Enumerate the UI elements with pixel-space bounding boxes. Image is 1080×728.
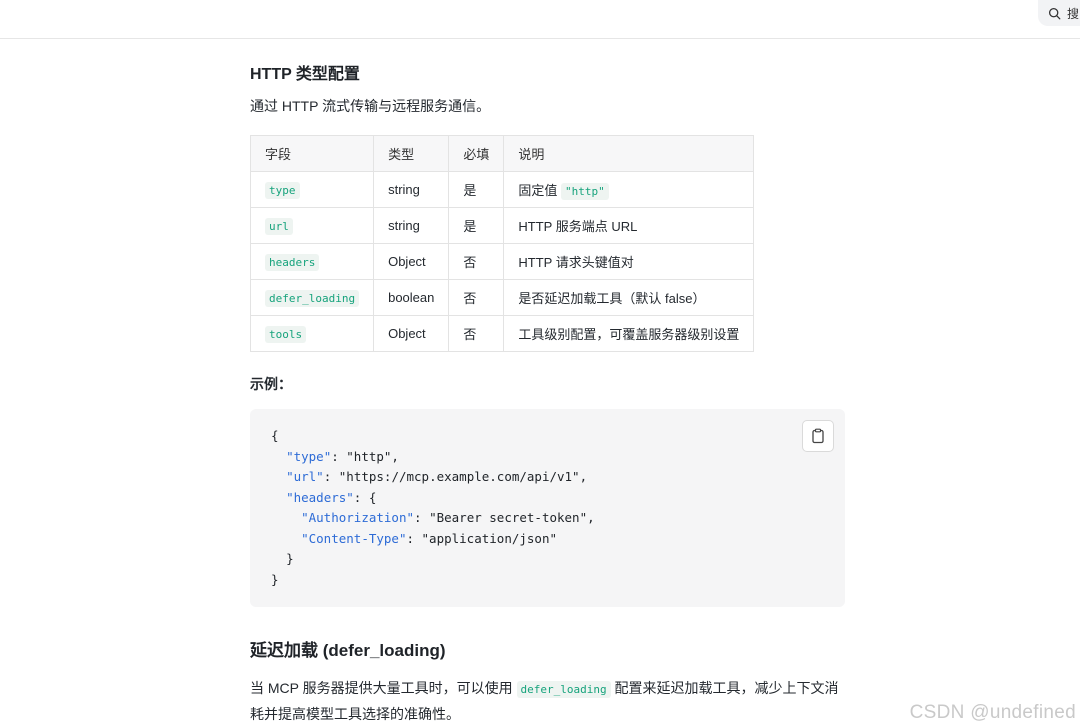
code-value: "https://mcp.example.com/api/v1", bbox=[338, 469, 588, 484]
description-text: HTTP 请求头键值对 bbox=[518, 255, 634, 270]
code-separator: : bbox=[331, 448, 347, 464]
description-text: 固定值 bbox=[518, 183, 558, 198]
code-line: "headers": { bbox=[271, 488, 595, 509]
col-header-description: 说明 bbox=[503, 135, 755, 172]
cell-type: Object bbox=[373, 315, 450, 352]
code-line: "type": "http", bbox=[271, 447, 595, 468]
code-value: { bbox=[271, 428, 279, 443]
code-separator: : bbox=[406, 530, 422, 546]
cell-description: 固定值 "http" bbox=[503, 171, 755, 208]
search-icon bbox=[1048, 7, 1061, 19]
section-title-http: HTTP 类型配置 bbox=[250, 66, 360, 83]
watermark: CSDN @undefined bbox=[909, 702, 1076, 723]
section-intro: 通过 HTTP 流式传输与远程服务通信。 bbox=[250, 98, 491, 114]
cell-description: HTTP 请求头键值对 bbox=[503, 243, 755, 280]
col-header-required: 必填 bbox=[448, 135, 505, 172]
top-bar: 搜 bbox=[0, 0, 1080, 39]
cell-required: 是 bbox=[448, 207, 505, 244]
code-value: "Bearer secret-token", bbox=[429, 510, 595, 525]
cell-type: string bbox=[373, 171, 450, 208]
col-header-type: 类型 bbox=[373, 135, 450, 172]
table-row: defer_loading boolean 否是否延迟加载工具（默认 false） bbox=[249, 279, 755, 316]
code-content: { "type": "http", "url": "https://mcp.ex… bbox=[271, 426, 595, 590]
cell-field: defer_loading bbox=[249, 279, 375, 316]
code-value: { bbox=[368, 489, 377, 505]
code-value: } bbox=[271, 571, 279, 587]
code-line: } bbox=[271, 549, 595, 570]
section-title-defer-loading: 延迟加载 (defer_loading) bbox=[250, 641, 446, 660]
field-name-code: type bbox=[265, 182, 300, 199]
cell-required: 否 bbox=[448, 243, 505, 280]
cell-field: url bbox=[249, 207, 375, 244]
description-text: HTTP 服务端点 URL bbox=[518, 219, 638, 234]
field-name-code: headers bbox=[265, 254, 320, 271]
code-line: "url": "https://mcp.example.com/api/v1", bbox=[271, 467, 595, 488]
clipboard-icon bbox=[812, 428, 824, 444]
search-box[interactable]: 搜 bbox=[1038, 0, 1080, 26]
table-row: type string 是固定值 "http" bbox=[249, 171, 755, 208]
code-block: { "type": "http", "url": "https://mcp.ex… bbox=[250, 409, 845, 607]
field-name-code: tools bbox=[265, 326, 307, 343]
field-name-code: url bbox=[265, 218, 293, 235]
code-line: "Authorization": "Bearer secret-token", bbox=[271, 508, 595, 529]
code-key: "url" bbox=[286, 469, 324, 484]
cell-type: Object bbox=[373, 243, 450, 280]
cell-field: type bbox=[249, 171, 375, 208]
table-header-row: 字段 类型 必填 说明 bbox=[249, 135, 755, 172]
code-line: } bbox=[271, 570, 595, 591]
table-row: url string 是 HTTP 服务端点 URL bbox=[249, 207, 755, 244]
example-label: 示例： bbox=[250, 376, 292, 392]
defer-loading-paragraph: 当 MCP 服务器提供大量工具时，可以使用 defer_loading 配置来延… bbox=[250, 676, 850, 726]
inline-code-defer-loading: defer_loading bbox=[516, 681, 611, 698]
code-key: "Content-Type" bbox=[301, 530, 407, 546]
table-row: headers Object 否 HTTP 请求头键值对 bbox=[249, 243, 755, 280]
cell-field: tools bbox=[249, 315, 375, 352]
code-line: { bbox=[271, 426, 595, 447]
cell-description: HTTP 服务端点 URL bbox=[503, 207, 755, 244]
para-text-before: 当 MCP 服务器提供大量工具时，可以使用 bbox=[250, 680, 517, 696]
description-text: 是否延迟加载工具（默认 false） bbox=[518, 291, 706, 306]
code-separator: : bbox=[323, 469, 339, 484]
code-separator: : bbox=[353, 489, 369, 505]
config-table: 字段 类型 必填 说明 type string 是固定值 "http" url stri… bbox=[249, 135, 755, 352]
code-key: "type" bbox=[286, 448, 332, 464]
cell-type: boolean bbox=[373, 279, 450, 316]
cell-field: headers bbox=[249, 243, 375, 280]
code-value: "http", bbox=[346, 448, 399, 464]
description-text: 工具级别配置，可覆盖服务器级别设置 bbox=[518, 327, 740, 342]
code-value: } bbox=[286, 551, 294, 566]
code-key: "headers" bbox=[286, 489, 354, 505]
code-key: "Authorization" bbox=[301, 510, 414, 525]
code-separator: : bbox=[414, 510, 430, 525]
cell-description: 是否延迟加载工具（默认 false） bbox=[503, 279, 755, 316]
code-value: "application/json" bbox=[421, 530, 557, 546]
description-code: "http" bbox=[561, 183, 609, 200]
cell-required: 是 bbox=[448, 171, 505, 208]
copy-button[interactable] bbox=[802, 420, 834, 452]
field-name-code: defer_loading bbox=[265, 290, 360, 307]
cell-required: 否 bbox=[448, 315, 505, 352]
cell-description: 工具级别配置，可覆盖服务器级别设置 bbox=[503, 315, 755, 352]
cell-type: string bbox=[373, 207, 450, 244]
search-label: 搜 bbox=[1067, 6, 1080, 21]
code-line: "Content-Type": "application/json" bbox=[271, 529, 595, 550]
table-row: tools Object 否工具级别配置，可覆盖服务器级别设置 bbox=[249, 315, 755, 352]
col-header-field: 字段 bbox=[249, 135, 375, 172]
cell-required: 否 bbox=[448, 279, 505, 316]
